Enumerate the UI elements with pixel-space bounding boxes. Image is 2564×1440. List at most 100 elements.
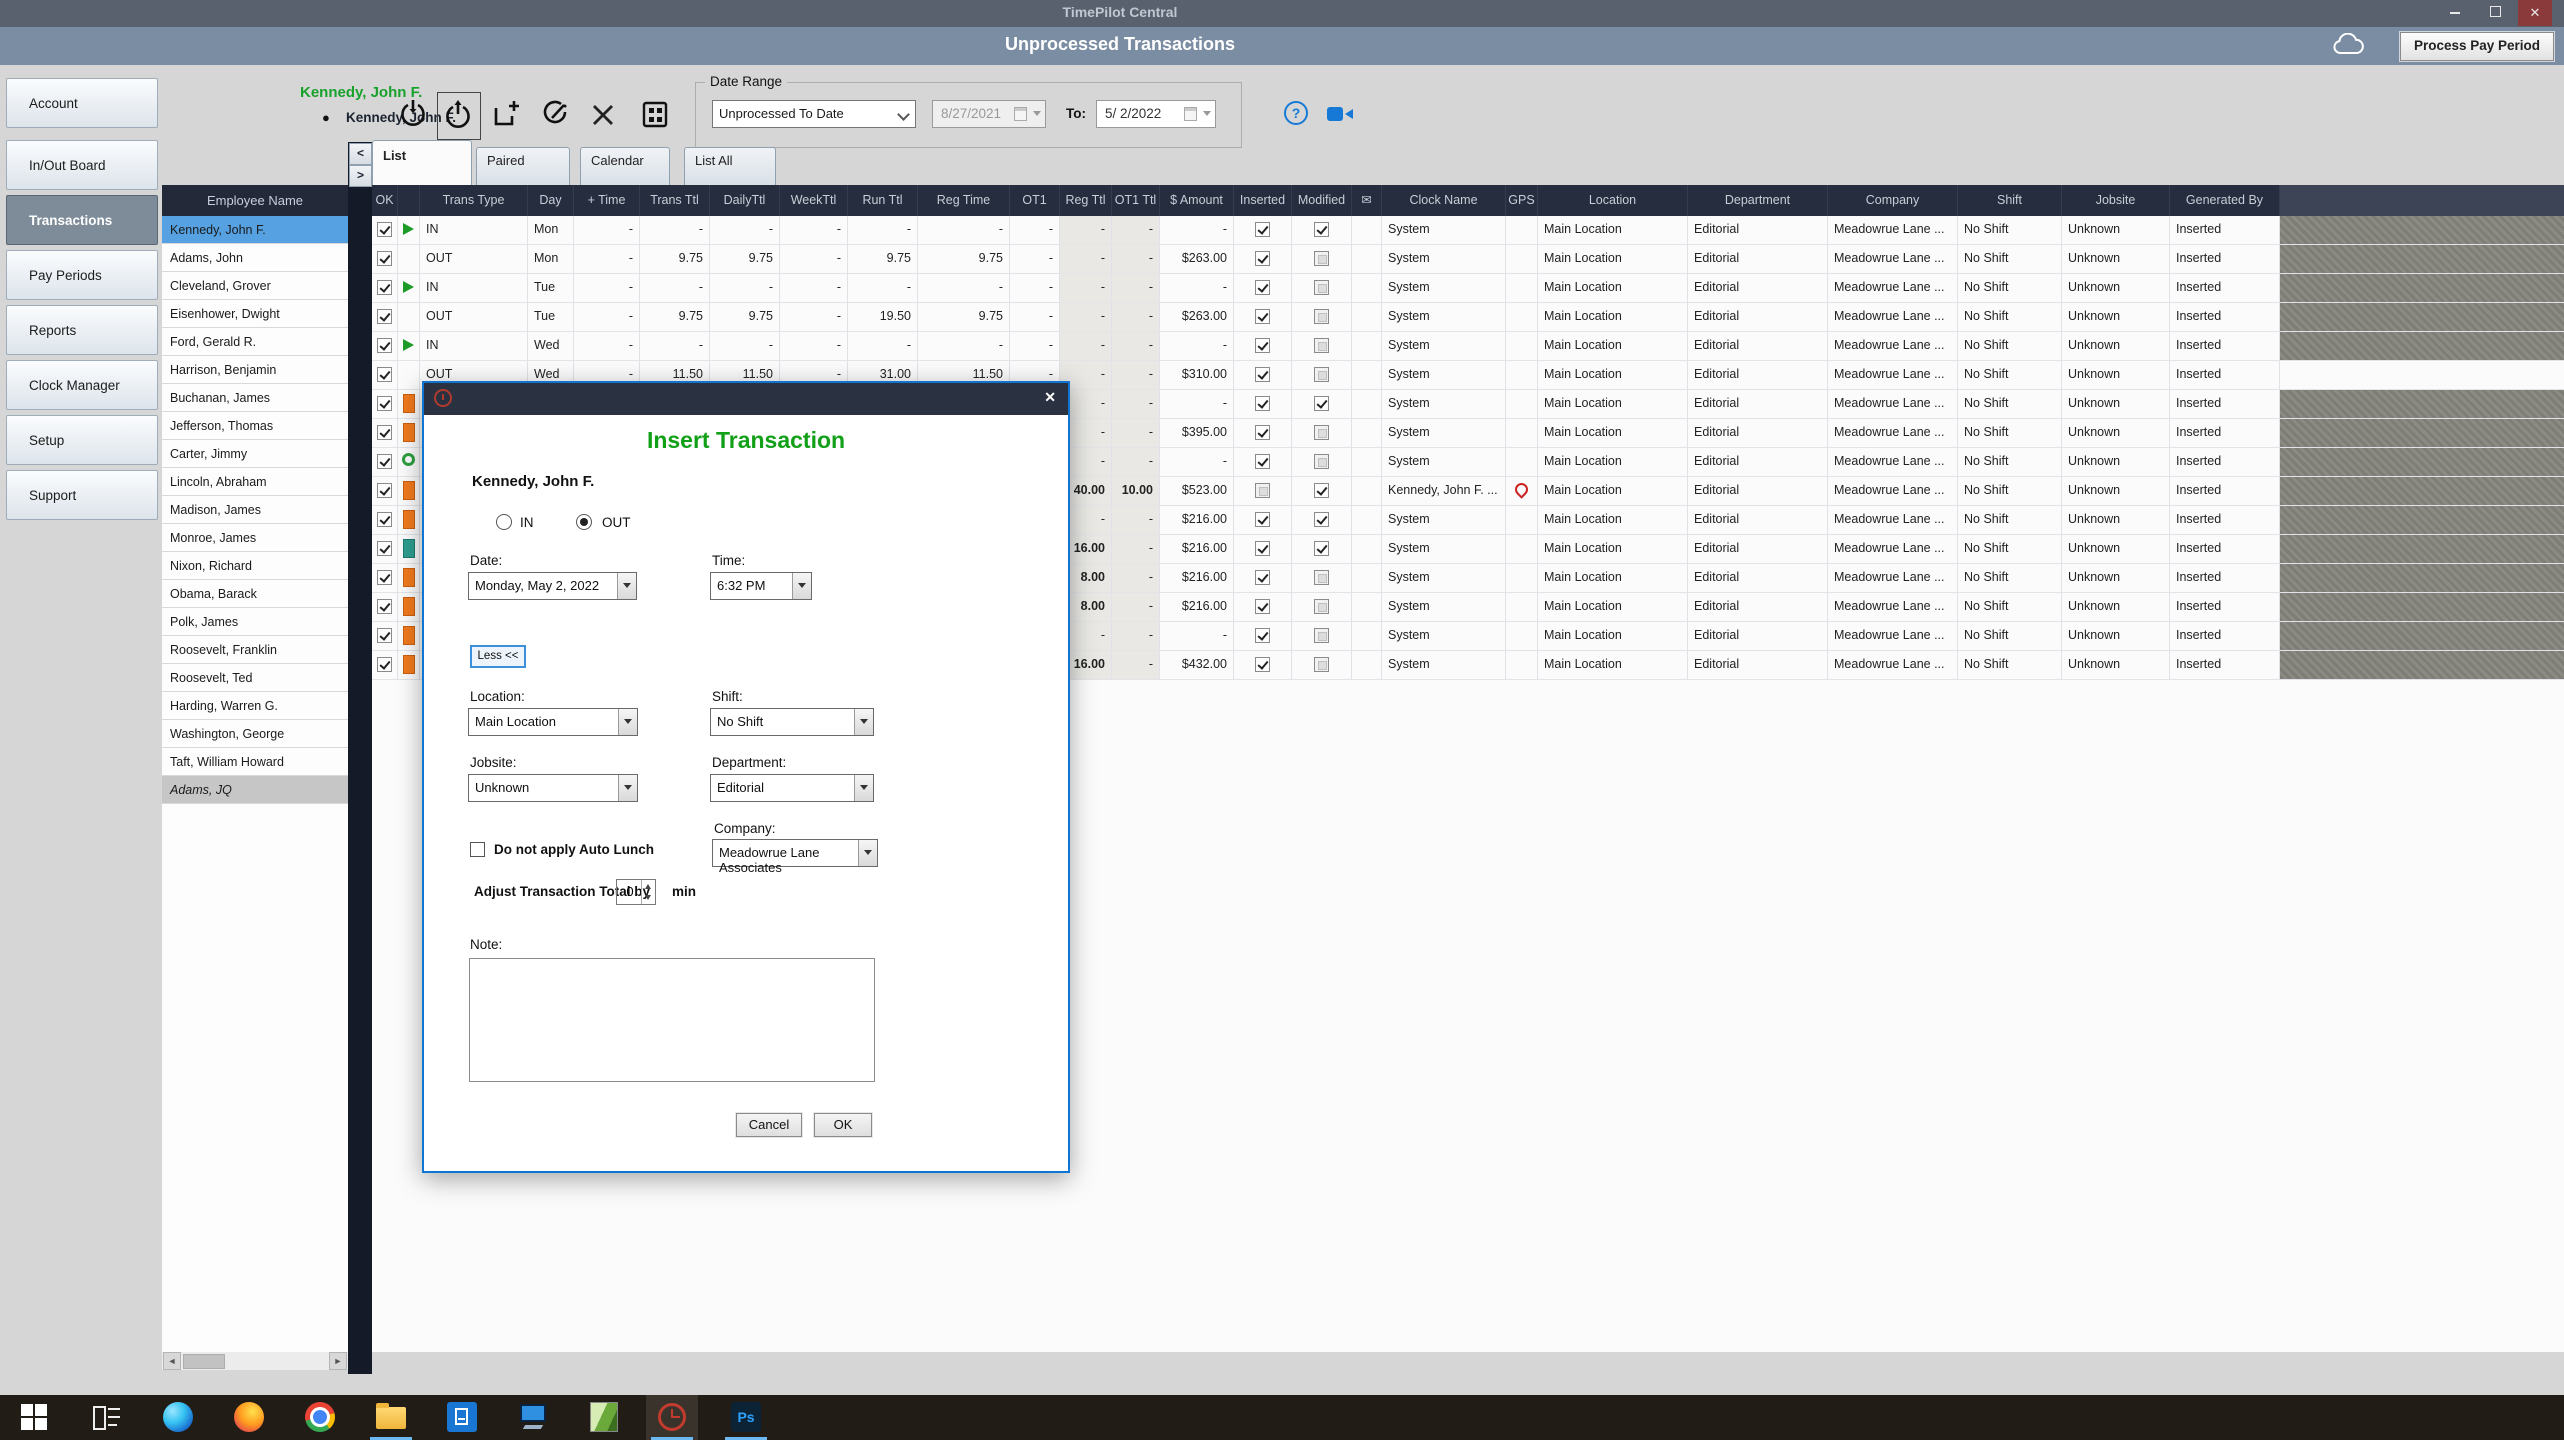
dropdown-button[interactable] xyxy=(617,573,636,599)
checkbox-unchecked[interactable] xyxy=(1314,454,1329,469)
checkbox-checked[interactable] xyxy=(377,338,392,353)
sidebar-item-transactions[interactable]: Transactions xyxy=(6,195,158,245)
clock-out-icon[interactable] xyxy=(443,98,473,130)
dropdown-button[interactable] xyxy=(618,709,637,735)
column-header-ot1-ttl[interactable]: OT1 Ttl xyxy=(1112,185,1160,216)
tab-paired[interactable]: Paired xyxy=(476,147,570,185)
shift-select[interactable]: No Shift xyxy=(710,708,874,736)
column-header-modified[interactable]: Modified xyxy=(1292,185,1352,216)
employee-item-harding-warren-g[interactable]: Harding, Warren G. xyxy=(162,692,348,720)
to-date-field[interactable]: 5/ 2/2022 xyxy=(1096,100,1216,128)
scrollbar-thumb[interactable] xyxy=(183,1354,225,1369)
tab-scroll-right-button[interactable]: > xyxy=(349,165,372,187)
sidebar-item-account[interactable]: Account xyxy=(6,78,158,128)
chrome-icon[interactable] xyxy=(294,1395,346,1440)
firefox-icon[interactable] xyxy=(223,1395,275,1440)
clock-in-icon[interactable] xyxy=(398,98,428,130)
column-header-run-ttl[interactable]: Run Ttl xyxy=(848,185,918,216)
employee-item-jefferson-thomas[interactable]: Jefferson, Thomas xyxy=(162,412,348,440)
checkbox-checked[interactable] xyxy=(377,454,392,469)
delete-transaction-icon[interactable] xyxy=(588,98,618,130)
tab-calendar[interactable]: Calendar xyxy=(580,147,670,185)
auto-lunch-checkbox[interactable] xyxy=(470,842,485,857)
checkbox-checked[interactable] xyxy=(377,251,392,266)
maximize-button[interactable] xyxy=(2478,0,2512,26)
checkbox-checked[interactable] xyxy=(1314,222,1329,237)
radio-in[interactable] xyxy=(496,514,512,530)
process-pay-period-button[interactable]: Process Pay Period xyxy=(2400,32,2554,61)
employee-item-cleveland-grover[interactable]: Cleveland, Grover xyxy=(162,272,348,300)
column-header-reg-ttl[interactable]: Reg Ttl xyxy=(1060,185,1112,216)
employee-item-polk-james[interactable]: Polk, James xyxy=(162,608,348,636)
table-row[interactable]: INTue----------SystemMain LocationEditor… xyxy=(372,274,2564,303)
column-header-mail-icon[interactable]: ✉ xyxy=(1352,185,1382,216)
sidebar-item-pay-periods[interactable]: Pay Periods xyxy=(6,250,158,300)
checkbox-unchecked[interactable] xyxy=(1314,367,1329,382)
tab-list-all[interactable]: List All xyxy=(684,147,776,185)
location-select[interactable]: Main Location xyxy=(468,708,638,736)
checkbox-unchecked[interactable] xyxy=(1314,599,1329,614)
pc-app-icon[interactable] xyxy=(507,1395,559,1440)
timepilot-clock-icon[interactable] xyxy=(646,1395,698,1440)
checkbox-unchecked[interactable] xyxy=(1314,280,1329,295)
column-header-gps[interactable]: GPS xyxy=(1506,185,1538,216)
video-tutorial-icon[interactable] xyxy=(1326,104,1354,124)
column-header-company[interactable]: Company xyxy=(1828,185,1958,216)
employee-item-obama-barack[interactable]: Obama, Barack xyxy=(162,580,348,608)
date-select[interactable]: Monday, May 2, 2022 xyxy=(468,572,637,600)
checkbox-checked[interactable] xyxy=(1314,483,1329,498)
help-icon[interactable]: ? xyxy=(1284,101,1308,125)
checkbox-checked[interactable] xyxy=(377,367,392,382)
checkbox-checked[interactable] xyxy=(377,483,392,498)
checkbox-checked[interactable] xyxy=(377,222,392,237)
checkbox-unchecked[interactable] xyxy=(1314,570,1329,585)
column-header-amount[interactable]: $ Amount xyxy=(1160,185,1234,216)
task-view-icon[interactable] xyxy=(81,1395,133,1440)
tab-scroll-left-button[interactable]: < xyxy=(349,143,372,165)
table-row[interactable]: OUTTue-9.759.75-19.509.75---$263.00Syste… xyxy=(372,303,2564,332)
employee-item-monroe-james[interactable]: Monroe, James xyxy=(162,524,348,552)
employee-item-eisenhower-dwight[interactable]: Eisenhower, Dwight xyxy=(162,300,348,328)
employee-item-madison-james[interactable]: Madison, James xyxy=(162,496,348,524)
sidebar-item-clock-manager[interactable]: Clock Manager xyxy=(6,360,158,410)
gps-pin-icon[interactable] xyxy=(1512,480,1530,498)
checkbox-checked[interactable] xyxy=(1255,396,1270,411)
column-header-jobsite[interactable]: Jobsite xyxy=(2062,185,2170,216)
checkbox-checked[interactable] xyxy=(377,280,392,295)
from-date-field[interactable]: 8/27/2021 xyxy=(932,100,1046,128)
employee-item-taft-william-howard[interactable]: Taft, William Howard xyxy=(162,748,348,776)
checkbox-checked[interactable] xyxy=(377,425,392,440)
dropdown-button[interactable] xyxy=(854,709,873,735)
column-header-department[interactable]: Department xyxy=(1688,185,1828,216)
employee-item-harrison-benjamin[interactable]: Harrison, Benjamin xyxy=(162,356,348,384)
checkbox-checked[interactable] xyxy=(1255,657,1270,672)
checkbox-unchecked[interactable] xyxy=(1314,309,1329,324)
column-header-icon[interactable] xyxy=(398,185,420,216)
checkbox-checked[interactable] xyxy=(377,396,392,411)
checkbox-checked[interactable] xyxy=(1314,541,1329,556)
radio-out[interactable] xyxy=(576,514,592,530)
time-select[interactable]: 6:32 PM xyxy=(710,572,812,600)
adjust-minutes-stepper[interactable]: 0 xyxy=(616,879,656,905)
checkbox-unchecked[interactable] xyxy=(1314,425,1329,440)
note-textarea[interactable] xyxy=(469,958,875,1082)
table-row[interactable]: OUTMon-9.759.75-9.759.75---$263.00System… xyxy=(372,245,2564,274)
checkbox-unchecked[interactable] xyxy=(1314,251,1329,266)
scroll-left-button[interactable]: ◄ xyxy=(163,1352,181,1370)
dropdown-button[interactable] xyxy=(858,840,877,866)
column-header-trans-ttl[interactable]: Trans Ttl xyxy=(640,185,710,216)
checkbox-checked[interactable] xyxy=(377,570,392,585)
checkbox-unchecked[interactable] xyxy=(1314,338,1329,353)
checkbox-checked[interactable] xyxy=(377,628,392,643)
column-header-shift[interactable]: Shift xyxy=(1958,185,2062,216)
close-button[interactable]: ✕ xyxy=(2518,0,2552,26)
dialog-close-icon[interactable]: ✕ xyxy=(1044,389,1056,406)
image-viewer-icon[interactable] xyxy=(578,1395,630,1440)
grid-options-icon[interactable] xyxy=(640,98,670,130)
device-app-icon[interactable] xyxy=(436,1395,488,1440)
table-row[interactable]: INWed----------SystemMain LocationEditor… xyxy=(372,332,2564,361)
less-toggle-button[interactable]: Less << xyxy=(470,645,526,668)
stepper-arrows[interactable] xyxy=(641,880,655,904)
employee-item-buchanan-james[interactable]: Buchanan, James xyxy=(162,384,348,412)
ok-button[interactable]: OK xyxy=(814,1113,872,1137)
